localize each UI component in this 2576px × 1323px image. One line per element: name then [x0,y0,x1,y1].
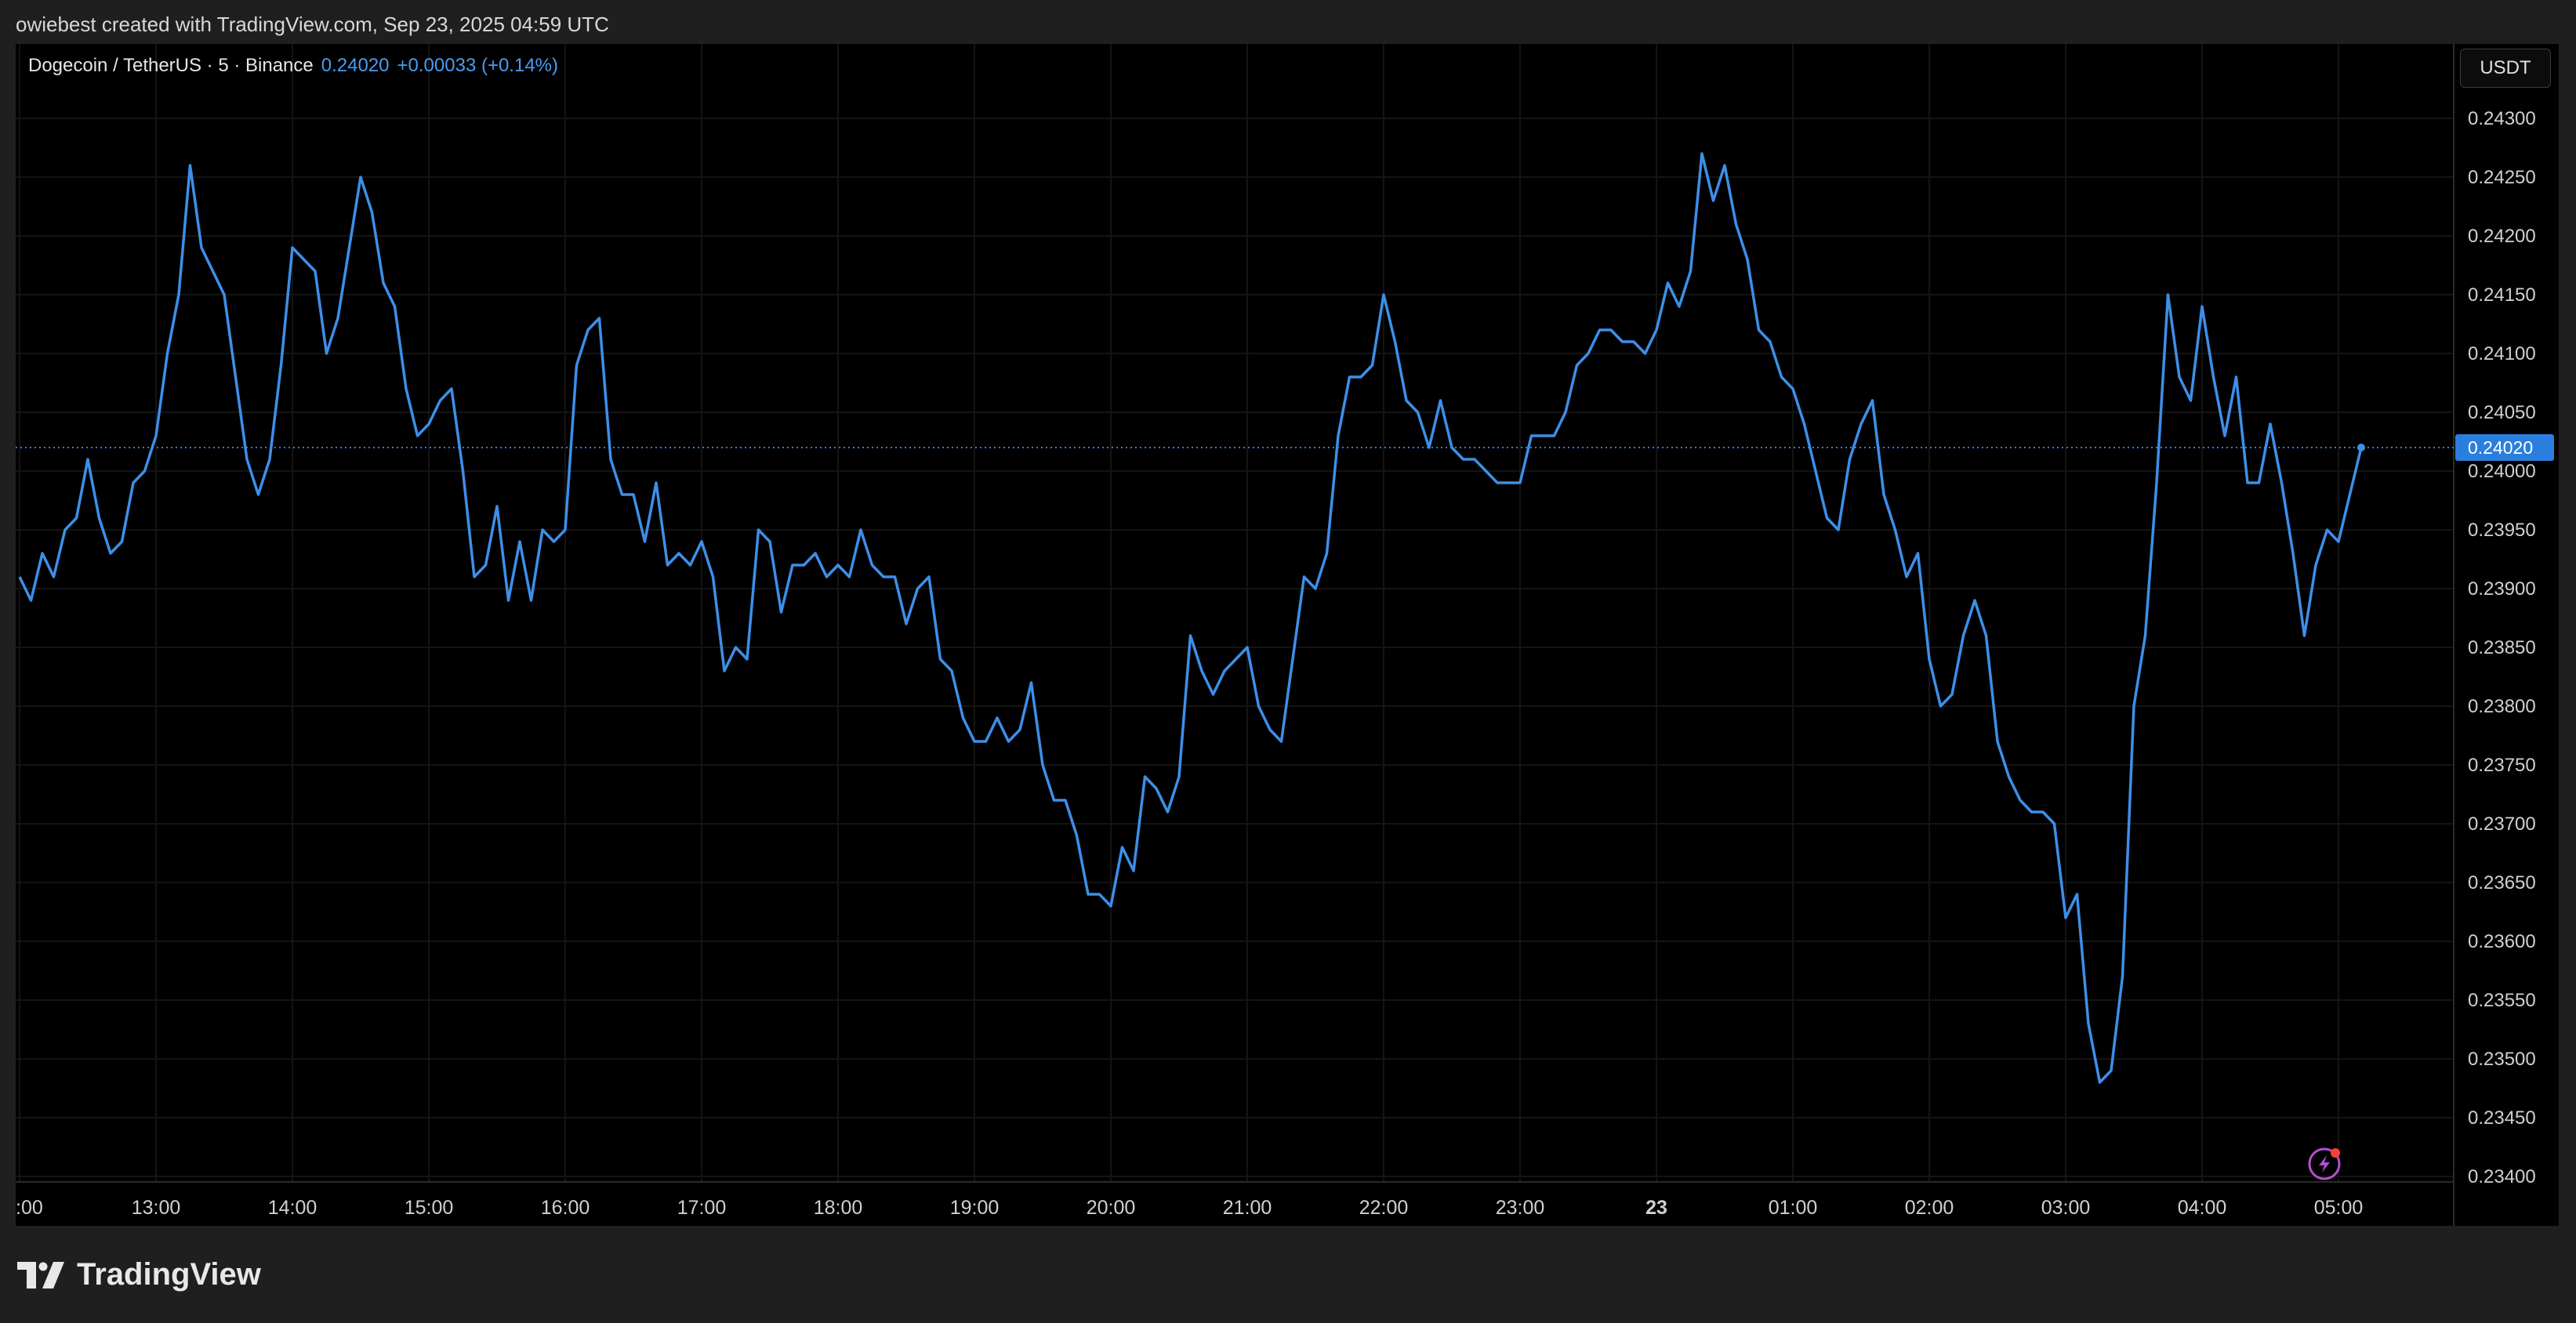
x-tick-label: 02:00 [1905,1197,1954,1219]
y-tick-label: 0.23850 [2468,637,2536,658]
last-price-dot [2357,444,2365,451]
x-tick-label: :00 [16,1197,43,1219]
y-tick-label: 0.24150 [2468,285,2536,306]
y-tick-label: 0.24200 [2468,226,2536,247]
y-tick-label: 0.23450 [2468,1107,2536,1129]
x-tick-label: 04:00 [2178,1197,2227,1219]
notification-dot [2331,1148,2340,1158]
y-tick-label: 0.23600 [2468,931,2536,952]
x-tick-label: 19:00 [950,1197,1000,1219]
time-axis[interactable]: :00 13:00 14:00 15:00 16:00 17:00 18:00 19:00 20… [16,1197,2363,1219]
y-tick-label: 0.23800 [2468,696,2536,717]
y-tick-label: 0.24300 [2468,108,2536,129]
price-axis[interactable]: 0.23400 0.23450 0.23500 0.23550 0.23600 0.236… [2468,108,2536,1187]
last-price-label: 0.24020 [2468,437,2533,458]
x-tick-label: 01:00 [1769,1197,1818,1219]
footer-bar: TradingView [0,1226,2576,1323]
symbol-legend[interactable]: Dogecoin / TetherUS · 5 · Binance 0.24020… [28,55,558,77]
x-tick-label: 03:00 [2041,1197,2091,1219]
symbol-name: Dogecoin / TetherUS · 5 · Binance [28,55,314,76]
y-tick-label: 0.24100 [2468,343,2536,364]
last-price-tag: 0.24020 [2455,434,2554,461]
legend-price: 0.24020 [321,55,390,76]
x-tick-label: 18:00 [814,1197,863,1219]
y-tick-label: 0.24250 [2468,167,2536,188]
brand[interactable]: TradingView [17,1257,261,1292]
currency-label: USDT [2480,57,2531,78]
legend-change: +0.00033 (+0.14%) [397,55,559,76]
price-chart[interactable]: 0.23400 0.23450 0.23500 0.23550 0.23600 0.236… [0,0,2576,1226]
x-tick-label: 16:00 [541,1197,590,1219]
y-tick-label: 0.23400 [2468,1166,2536,1187]
y-tick-label: 0.23500 [2468,1049,2536,1070]
y-tick-label: 0.23750 [2468,755,2536,776]
price-line [18,152,2363,1084]
x-tick-label: 05:00 [2314,1197,2364,1219]
flash-button[interactable] [2308,1147,2341,1180]
currency-button[interactable]: USDT [2460,49,2551,88]
y-tick-label: 0.23900 [2468,578,2536,600]
y-tick-label: 0.23700 [2468,814,2536,835]
y-tick-label: 0.23650 [2468,872,2536,893]
tradingview-logo-icon [17,1261,64,1289]
y-tick-label: 0.24050 [2468,402,2536,423]
x-tick-label: 22:00 [1359,1197,1409,1219]
x-tick-label: 23 [1645,1197,1667,1219]
brand-name: TradingView [77,1257,261,1292]
y-tick-label: 0.23550 [2468,990,2536,1011]
y-tick-label: 0.23950 [2468,520,2536,541]
y-tick-label: 0.24000 [2468,461,2536,482]
x-tick-label: 21:00 [1223,1197,1272,1219]
x-tick-label: 14:00 [268,1197,317,1219]
x-tick-label: 13:00 [132,1197,181,1219]
x-tick-label: 23:00 [1496,1197,1545,1219]
x-tick-label: 20:00 [1087,1197,1136,1219]
x-tick-label: 17:00 [677,1197,727,1219]
lightning-bolt [2319,1155,2330,1173]
x-tick-label: 15:00 [405,1197,454,1219]
